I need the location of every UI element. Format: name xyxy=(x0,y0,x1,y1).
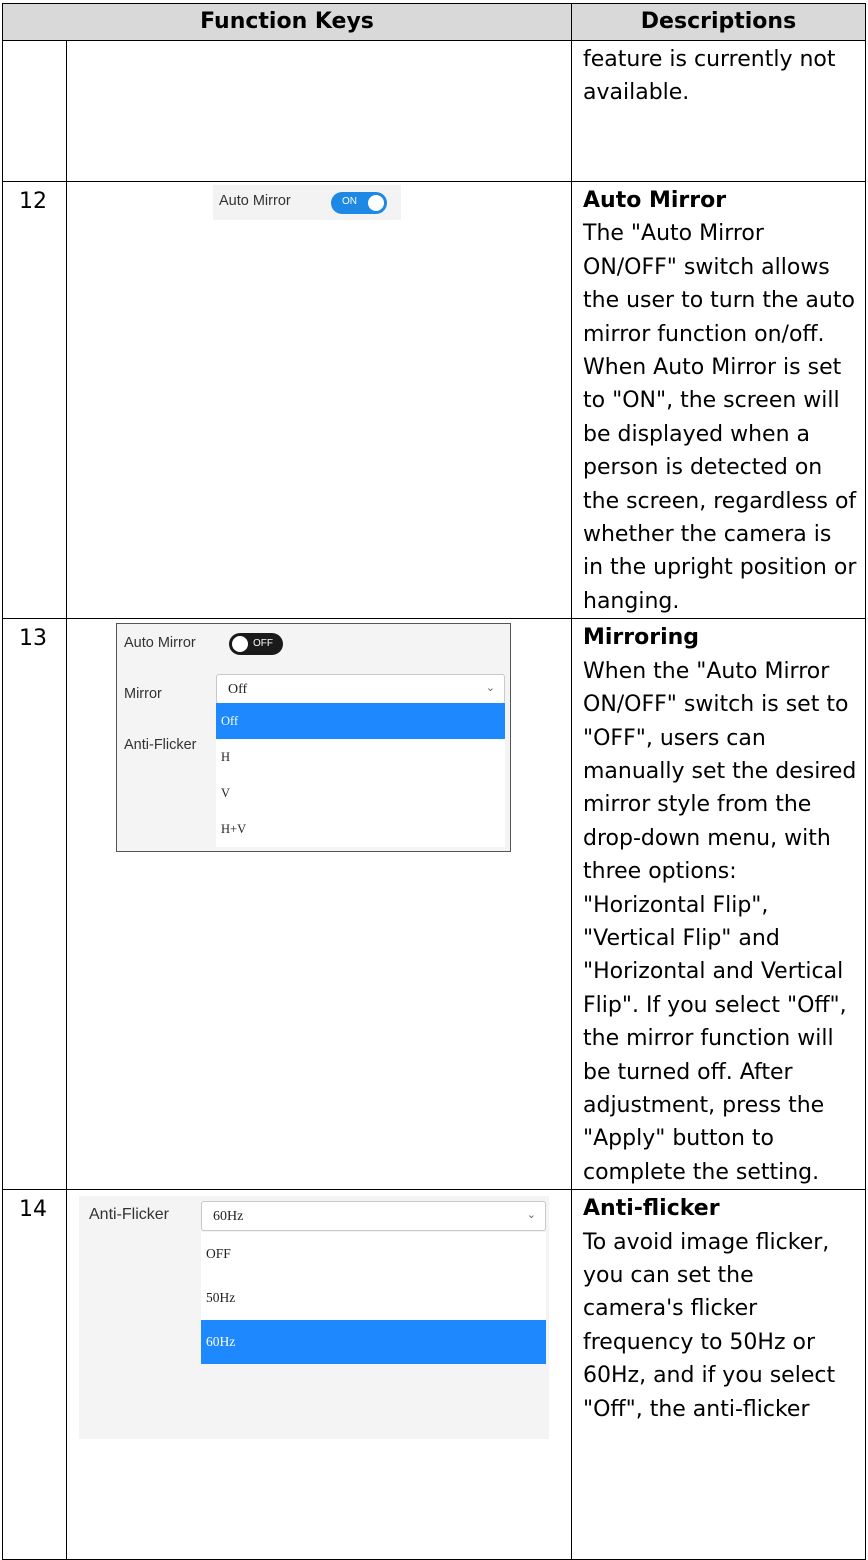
auto-mirror-label: Auto Mirror xyxy=(124,635,196,652)
row-number: 14 xyxy=(2,1189,67,1560)
description-text: When the "Auto Mirror ON/OFF" switch is … xyxy=(583,658,857,1185)
anti-flicker-label: Anti-Flicker xyxy=(124,737,197,754)
auto-mirror-toggle[interactable]: ON xyxy=(331,192,387,214)
anti-flicker-select[interactable]: 60Hz ⌄ xyxy=(201,1201,546,1232)
row-description: Auto Mirror The "Auto Mirror ON/OFF" swi… xyxy=(571,180,866,620)
row-description: Mirroring When the "Auto Mirror ON/OFF" … xyxy=(571,618,866,1191)
row-number xyxy=(2,40,67,182)
table-row: 14 Anti-Flicker 60Hz ⌄ OFF 50Hz 60Hz Ant… xyxy=(2,1189,866,1560)
table-row: 13 Auto Mirror OFF Mirror Anti-Flicker O… xyxy=(2,618,866,1191)
table-header-row: Function Keys Descriptions xyxy=(2,3,866,41)
toggle-state-text: ON xyxy=(342,196,357,207)
toggle-knob xyxy=(368,195,384,211)
auto-mirror-label: Auto Mirror xyxy=(219,193,291,209)
mirror-option[interactable]: V xyxy=(216,775,505,811)
anti-flicker-label: Anti-Flicker xyxy=(89,1206,170,1224)
mirror-label: Mirror xyxy=(124,686,162,703)
chevron-down-icon: ⌄ xyxy=(526,1208,536,1222)
mirroring-screenshot: Auto Mirror OFF Mirror Anti-Flicker Off … xyxy=(116,623,511,853)
row-function-cell: Auto Mirror OFF Mirror Anti-Flicker Off … xyxy=(66,618,572,1191)
auto-mirror-toggle[interactable]: OFF xyxy=(229,633,283,656)
row-number: 12 xyxy=(2,180,67,620)
auto-mirror-screenshot: Auto Mirror ON xyxy=(213,185,401,220)
function-keys-table: Function Keys Descriptions feature is cu… xyxy=(2,3,866,1560)
row-function-cell: Anti-Flicker 60Hz ⌄ OFF 50Hz 60Hz xyxy=(66,1189,572,1560)
mirror-option[interactable]: H xyxy=(216,739,505,775)
mirror-dropdown-list: Off H V H+V xyxy=(216,703,505,848)
description-text: To avoid image flicker, you can set the … xyxy=(583,1229,836,1422)
row-function-cell xyxy=(66,40,572,182)
toggle-state-text: OFF xyxy=(253,638,273,650)
chevron-down-icon: ⌄ xyxy=(485,681,495,695)
anti-flicker-selected-value: 60Hz xyxy=(213,1209,244,1225)
row-description: Anti-flicker To avoid image flicker, you… xyxy=(571,1189,866,1560)
description-title: Mirroring xyxy=(583,625,700,651)
anti-flicker-dropdown-list: OFF 50Hz 60Hz xyxy=(201,1232,546,1365)
description-title: Anti-flicker xyxy=(583,1196,720,1222)
mirror-option[interactable]: Off xyxy=(216,703,505,740)
mirror-select[interactable]: Off ⌄ xyxy=(216,674,505,705)
header-descriptions: Descriptions xyxy=(571,3,866,41)
description-title: Auto Mirror xyxy=(583,188,727,213)
row-number: 13 xyxy=(2,618,67,1191)
anti-flicker-option[interactable]: 50Hz xyxy=(201,1276,546,1320)
mirror-selected-value: Off xyxy=(228,682,248,698)
table-row: feature is currently not available. xyxy=(2,40,866,182)
toggle-knob xyxy=(232,636,248,653)
description-text: feature is currently not available. xyxy=(583,47,836,106)
anti-flicker-option[interactable]: OFF xyxy=(201,1232,546,1276)
row-function-cell: Auto Mirror ON xyxy=(66,180,572,620)
mirror-option[interactable]: H+V xyxy=(216,811,505,847)
header-function-keys: Function Keys xyxy=(2,3,572,41)
table-row: 12 Auto Mirror ON Auto Mirror The "Auto … xyxy=(2,180,866,620)
description-text: The "Auto Mirror ON/OFF" switch allows t… xyxy=(583,221,857,614)
anti-flicker-screenshot: Anti-Flicker 60Hz ⌄ OFF 50Hz 60Hz xyxy=(79,1196,549,1440)
row-description: feature is currently not available. xyxy=(571,40,866,182)
anti-flicker-option[interactable]: 60Hz xyxy=(201,1320,546,1365)
